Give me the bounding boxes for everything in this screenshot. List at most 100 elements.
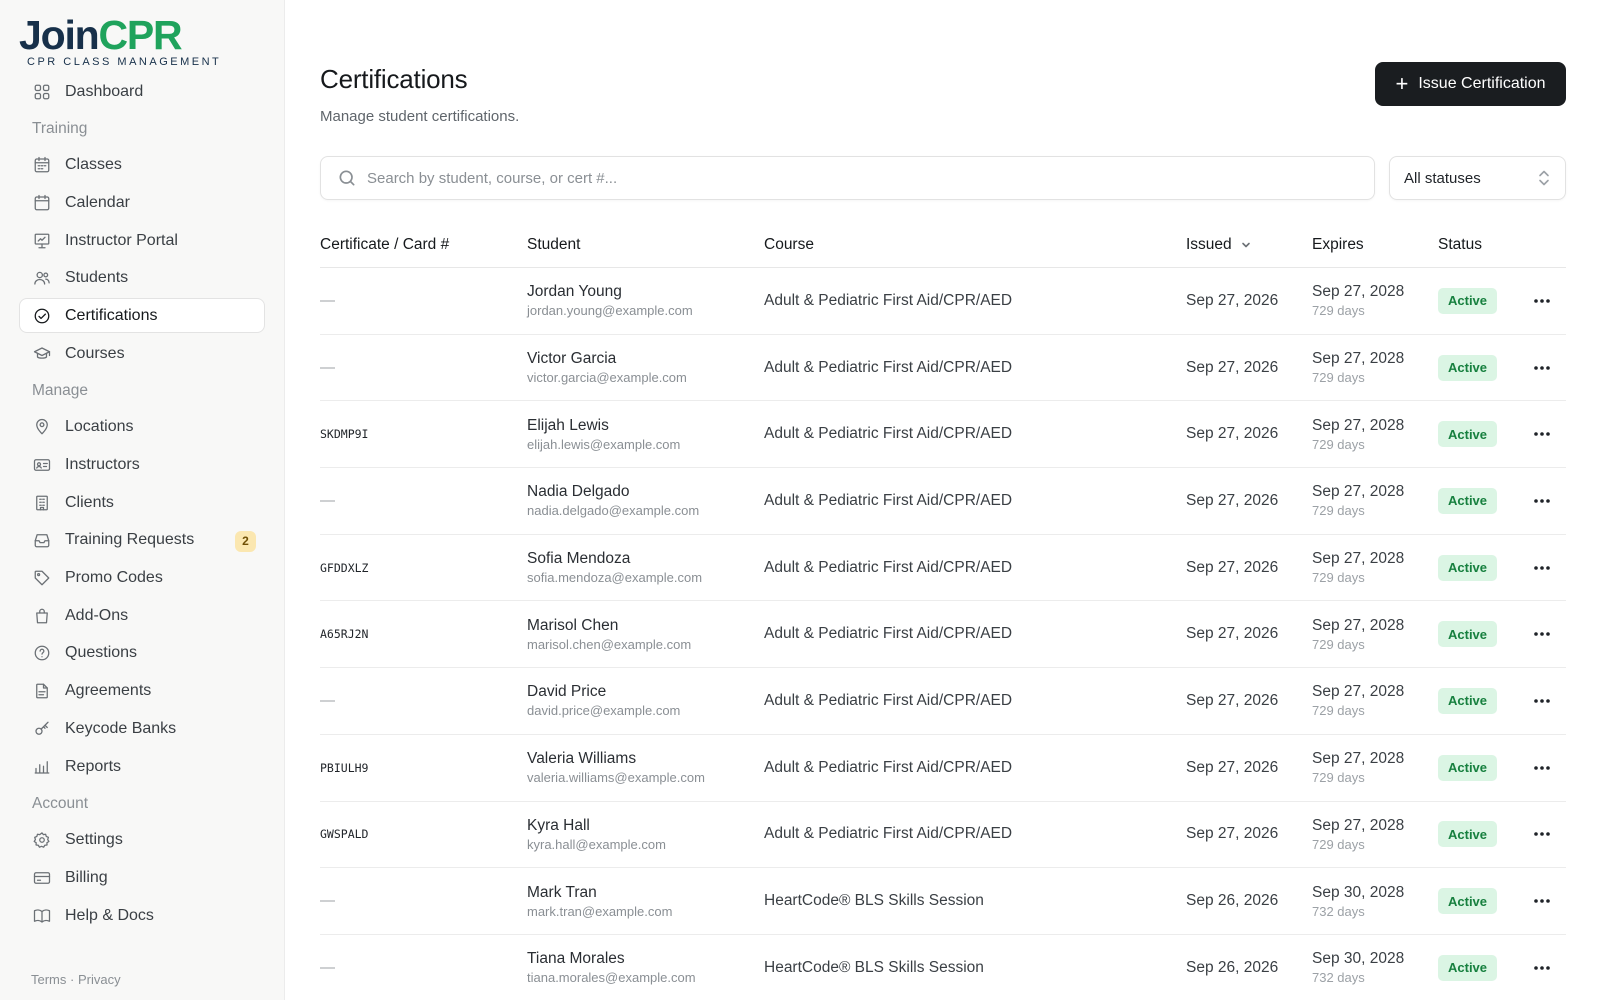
footer-separator: · — [66, 972, 78, 987]
sidebar-item-label: Training Requests — [65, 531, 195, 549]
table-row[interactable]: — David Price david.price@example.com Adult… — [320, 668, 1566, 735]
more-horizontal-icon — [1534, 565, 1550, 570]
student-cell: David Price david.price@example.com — [527, 682, 764, 719]
issued-sort-toggle[interactable]: Issued — [1186, 236, 1252, 254]
course-cell: Adult & Pediatric First Aid/CPR/AED — [764, 625, 1186, 643]
sidebar-item-classes[interactable]: Classes — [19, 148, 265, 183]
sidebar-item-courses[interactable]: Courses — [19, 336, 265, 371]
sidebar-item-label: Courses — [65, 344, 125, 362]
table-row[interactable]: GFDDXLZ Sofia Mendoza sofia.mendoza@exampl… — [320, 535, 1566, 602]
row-actions-button[interactable] — [1528, 620, 1556, 648]
expires-date: Sep 30, 2028 — [1312, 950, 1405, 968]
search-input[interactable] — [367, 169, 1374, 187]
privacy-link[interactable]: Privacy — [78, 972, 121, 987]
expires-cell: Sep 27, 2028 729 days — [1312, 549, 1438, 586]
student-name: Sofia Mendoza — [527, 550, 631, 568]
table-row[interactable]: — Mark Tran mark.tran@example.com HeartCode… — [320, 868, 1566, 935]
row-actions-button[interactable] — [1528, 687, 1556, 715]
days-remaining: 729 days — [1312, 836, 1365, 852]
issued-cell: Sep 27, 2026 — [1186, 692, 1312, 710]
sidebar-item-students[interactable]: Students — [19, 261, 265, 296]
issued-date: Sep 27, 2026 — [1186, 758, 1279, 776]
row-actions-button[interactable] — [1528, 354, 1556, 382]
student-email: tiana.morales@example.com — [527, 970, 696, 986]
row-actions-button[interactable] — [1528, 420, 1556, 448]
count-badge: 2 — [235, 530, 256, 552]
check-circle-icon — [33, 307, 51, 325]
inbox-icon — [33, 531, 51, 549]
sidebar-item-calendar[interactable]: Calendar — [19, 185, 265, 220]
course-name: Adult & Pediatric First Aid/CPR/AED — [764, 625, 1013, 643]
sidebar-item-locations[interactable]: Locations — [19, 410, 265, 445]
student-email: nadia.delgado@example.com — [527, 503, 700, 519]
sidebar-item-dashboard[interactable]: Dashboard — [19, 74, 265, 109]
sidebar-nav: Dashboard Training Classes Calendar Instruct… — [19, 74, 265, 933]
row-actions-button[interactable] — [1528, 887, 1556, 915]
row-actions-button[interactable] — [1528, 820, 1556, 848]
student-name: Kyra Hall — [527, 816, 590, 834]
issued-cell: Sep 26, 2026 — [1186, 959, 1312, 977]
sidebar-item-label: Billing — [65, 868, 108, 886]
sidebar-item-label: Calendar — [65, 193, 130, 211]
cert-number: GWSPALD — [320, 827, 369, 842]
filter-bar: All statuses — [320, 156, 1566, 200]
sidebar-item-label: Locations — [65, 418, 134, 436]
search-box[interactable] — [320, 156, 1375, 200]
table-row[interactable]: PBIULH9 Valeria Williams valeria.williams@… — [320, 735, 1566, 802]
student-email: kyra.hall@example.com — [527, 836, 666, 852]
status-cell: Active — [1438, 354, 1528, 381]
brand-logo[interactable]: JoinCPR CPR CLASS MANAGEMENT — [19, 0, 265, 74]
table-row[interactable]: — Nadia Delgado nadia.delgado@example.com A… — [320, 468, 1566, 535]
table-row[interactable]: — Jordan Young jordan.young@example.com Adu… — [320, 268, 1566, 335]
row-actions-button[interactable] — [1528, 554, 1556, 582]
status-badge: Active — [1438, 354, 1498, 381]
sidebar-item-promo-codes[interactable]: Promo Codes — [19, 561, 265, 596]
days-remaining: 732 days — [1312, 903, 1365, 919]
logo-part-cpr: CPR — [98, 12, 182, 58]
table-row[interactable]: GWSPALD Kyra Hall kyra.hall@example.com Adu… — [320, 802, 1566, 869]
sidebar-item-add-ons[interactable]: Add-Ons — [19, 598, 265, 633]
issue-certification-button[interactable]: + Issue Certification — [1375, 62, 1566, 106]
sidebar-item-label: Help & Docs — [65, 906, 154, 924]
logo-wordmark: JoinCPR — [19, 14, 265, 56]
sidebar-item-instructors[interactable]: Instructors — [19, 448, 265, 483]
id-card-icon — [33, 456, 51, 474]
student-name: Marisol Chen — [527, 616, 619, 634]
row-actions-button[interactable] — [1528, 754, 1556, 782]
status-badge: Active — [1438, 287, 1498, 314]
sidebar-item-certifications[interactable]: Certifications — [19, 298, 265, 334]
cert-number: — — [320, 892, 335, 910]
sidebar-item-help-docs[interactable]: Help & Docs — [19, 898, 265, 933]
more-horizontal-icon — [1534, 499, 1550, 503]
issued-cell: Sep 27, 2026 — [1186, 759, 1312, 777]
sidebar-item-training-requests[interactable]: Training Requests 2 — [19, 523, 265, 558]
sidebar-footer: Terms · Privacy — [31, 972, 121, 987]
table-header: Certificate / Card # Student Course Issu… — [320, 222, 1566, 268]
expires-cell: Sep 27, 2028 729 days — [1312, 349, 1438, 386]
cert-number: — — [320, 958, 335, 976]
sidebar-item-questions[interactable]: Questions — [19, 636, 265, 671]
sidebar-item-settings[interactable]: Settings — [19, 823, 265, 858]
help-circle-icon — [33, 644, 51, 662]
row-actions-button[interactable] — [1528, 954, 1556, 982]
expires-date: Sep 27, 2028 — [1312, 350, 1405, 368]
student-email: victor.garcia@example.com — [527, 370, 687, 386]
sidebar-item-clients[interactable]: Clients — [19, 485, 265, 520]
sidebar-item-billing[interactable]: Billing — [19, 860, 265, 895]
cert-number: GFDDXLZ — [320, 560, 369, 575]
sidebar-item-label: Add-Ons — [65, 606, 129, 624]
sidebar-item-agreements[interactable]: Agreements — [19, 674, 265, 709]
table-row[interactable]: SKDMP9I Elijah Lewis elijah.lewis@example.… — [320, 401, 1566, 469]
table-row[interactable]: — Tiana Morales tiana.morales@example.com H… — [320, 935, 1566, 1000]
row-actions-button[interactable] — [1528, 487, 1556, 515]
row-actions-button[interactable] — [1528, 287, 1556, 315]
column-header-issued[interactable]: Issued — [1186, 236, 1312, 254]
status-filter-select[interactable]: All statuses — [1389, 156, 1566, 200]
sidebar-item-instructor-portal[interactable]: Instructor Portal — [19, 223, 265, 258]
table-row[interactable]: A65RJ2N Marisol Chen marisol.chen@example.… — [320, 601, 1566, 669]
sidebar-item-keycode-banks[interactable]: Keycode Banks — [19, 711, 265, 746]
sidebar-item-reports[interactable]: Reports — [19, 749, 265, 784]
terms-link[interactable]: Terms — [31, 972, 66, 987]
issued-cell: Sep 27, 2026 — [1186, 425, 1312, 443]
table-row[interactable]: — Victor Garcia victor.garcia@example.com A… — [320, 335, 1566, 402]
